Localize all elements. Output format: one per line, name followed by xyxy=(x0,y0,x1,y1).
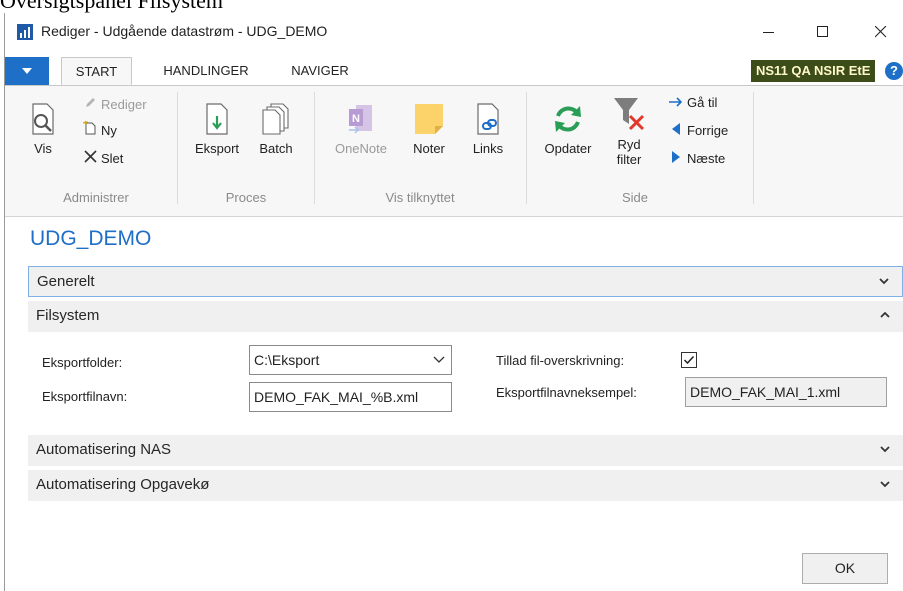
help-icon[interactable]: ? xyxy=(885,62,903,80)
eksportfolder-label: Eksportfolder: xyxy=(42,355,123,370)
triangle-right-icon xyxy=(668,148,684,170)
ribbon: Vis Rediger Ny Slet Administrer Eksport xyxy=(5,85,903,217)
ryd-filter-button[interactable]: Ryd filter xyxy=(607,96,651,167)
forrige-button[interactable]: Forrige xyxy=(668,120,728,142)
eksportfolder-select[interactable]: C:\Eksport xyxy=(249,345,452,375)
background-page-heading: Oversigtspanel Filsystem xyxy=(0,0,224,13)
eksport-button[interactable]: Eksport xyxy=(189,102,245,156)
tab-naviger[interactable]: NAVIGER xyxy=(275,57,365,85)
rediger-button[interactable]: Rediger xyxy=(82,94,147,116)
chevron-up-icon xyxy=(880,311,890,318)
arrow-right-icon xyxy=(668,92,684,114)
triangle-left-icon xyxy=(668,120,684,142)
delete-x-icon xyxy=(82,148,98,170)
onenote-button[interactable]: N OneNote xyxy=(327,102,395,156)
fasttab-label: Generelt xyxy=(37,273,95,290)
pencil-icon xyxy=(82,94,98,116)
edit-window: Rediger - Udgående datastrøm - UDG_DEMO … xyxy=(4,13,903,591)
chevron-down-icon xyxy=(880,481,890,488)
opdater-button[interactable]: Opdater xyxy=(537,102,599,156)
overskrivning-label: Tillad fil-overskrivning: xyxy=(496,353,625,368)
group-separator xyxy=(753,92,754,204)
eksempel-field: DEMO_FAK_MAI_1.xml xyxy=(685,377,887,407)
gaa-til-button[interactable]: Gå til xyxy=(668,92,717,114)
view-document-icon xyxy=(32,103,54,135)
fasttab-filsystem[interactable]: Filsystem xyxy=(28,301,903,332)
sticky-note-icon xyxy=(415,104,443,134)
company-badge[interactable]: NS11 QA NSIR EtE xyxy=(751,60,876,82)
minimize-icon xyxy=(763,31,774,33)
overskrivning-checkbox[interactable] xyxy=(681,352,697,368)
group-separator xyxy=(526,92,527,204)
new-document-icon xyxy=(82,120,98,142)
group-label-proces: Proces xyxy=(225,190,267,205)
eksportfilnavn-field[interactable]: DEMO_FAK_MAI_%B.xml xyxy=(249,382,452,412)
chevron-down-icon xyxy=(433,356,445,363)
export-document-icon xyxy=(206,103,228,135)
fasttab-label: Automatisering NAS xyxy=(36,441,172,458)
close-icon xyxy=(875,25,887,37)
slet-button[interactable]: Slet xyxy=(82,148,123,170)
tab-start[interactable]: START xyxy=(61,57,132,85)
vis-button[interactable]: Vis xyxy=(25,102,61,156)
group-label-vis-tilknyttet: Vis tilknyttet xyxy=(385,190,455,205)
maximize-button[interactable] xyxy=(800,13,846,50)
ribbon-tab-bar: START HANDLINGER NAVIGER NS11 QA NSIR Et… xyxy=(5,57,903,85)
eksportfilnavn-label: Eksportfilnavn: xyxy=(42,389,128,404)
group-separator xyxy=(177,92,178,204)
link-document-icon xyxy=(477,103,499,135)
eksempel-label: Eksportfilnavneksempel: xyxy=(496,385,637,400)
page-title: UDG_DEMO xyxy=(30,227,152,250)
maximize-icon xyxy=(817,25,828,37)
group-label-side: Side xyxy=(621,190,649,205)
window-title: Rediger - Udgående datastrøm - UDG_DEMO xyxy=(41,23,328,39)
application-menu-button[interactable] xyxy=(5,57,49,85)
group-label-administrer: Administrer xyxy=(63,190,129,205)
links-button[interactable]: Links xyxy=(465,102,511,156)
refresh-icon xyxy=(555,106,581,132)
group-separator xyxy=(314,92,315,204)
ny-button[interactable]: Ny xyxy=(82,120,117,142)
chevron-down-icon xyxy=(880,446,890,453)
chevron-down-icon xyxy=(879,278,889,285)
fasttab-automatisering-opgavekoe[interactable]: Automatisering Opgavekø xyxy=(28,470,903,501)
naeste-button[interactable]: Næste xyxy=(668,148,725,170)
fasttab-label: Filsystem xyxy=(36,307,100,324)
batch-documents-icon xyxy=(262,103,289,135)
tab-handlinger[interactable]: HANDLINGER xyxy=(147,57,265,85)
app-icon xyxy=(17,24,33,40)
svg-text:N: N xyxy=(352,113,360,125)
clear-filter-icon xyxy=(614,98,645,131)
noter-button[interactable]: Noter xyxy=(404,102,454,156)
fasttab-label: Automatisering Opgavekø xyxy=(36,476,210,493)
ok-button[interactable]: OK xyxy=(802,553,888,584)
onenote-icon: N xyxy=(349,105,372,134)
fasttab-generelt[interactable]: Generelt xyxy=(28,266,903,297)
dropdown-arrow-icon xyxy=(22,68,32,74)
minimize-button[interactable] xyxy=(746,13,792,50)
close-button[interactable] xyxy=(858,13,903,50)
fasttab-automatisering-nas[interactable]: Automatisering NAS xyxy=(28,435,903,466)
batch-button[interactable]: Batch xyxy=(254,102,298,156)
checkbox-checked-icon xyxy=(681,352,697,368)
title-bar: Rediger - Udgående datastrøm - UDG_DEMO xyxy=(5,13,903,50)
